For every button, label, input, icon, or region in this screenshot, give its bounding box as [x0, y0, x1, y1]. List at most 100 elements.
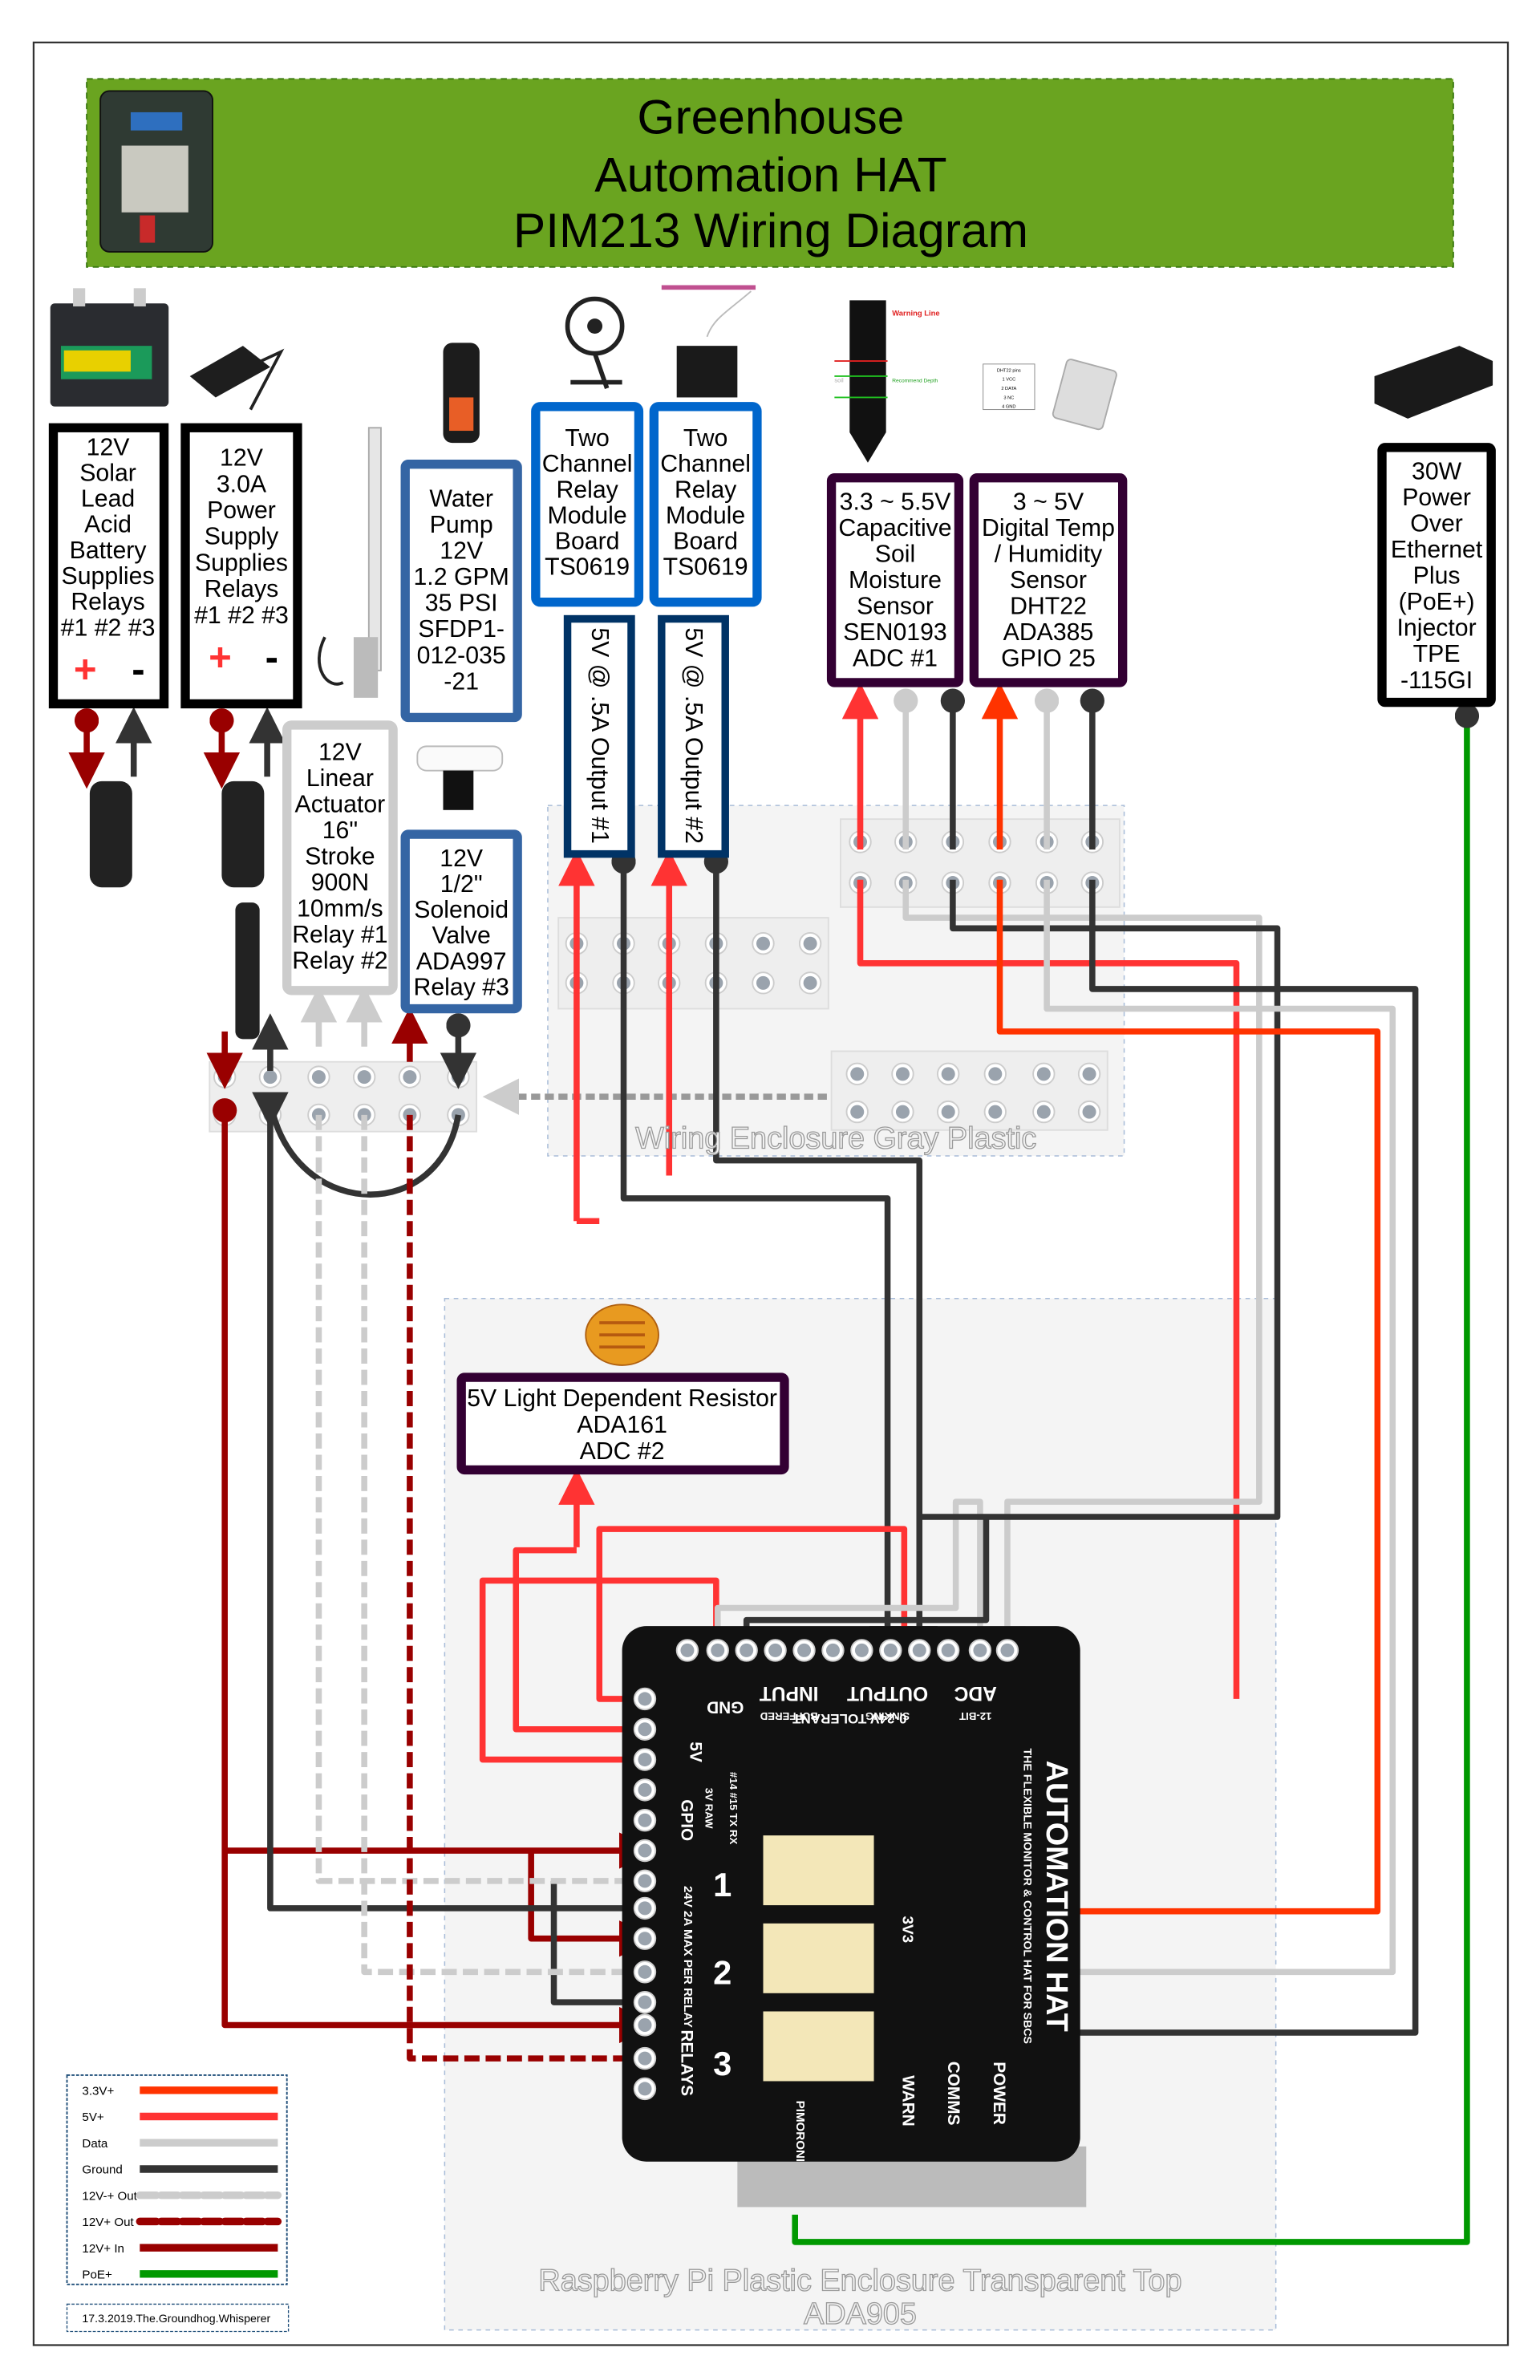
psu-plus-sign: + — [209, 635, 232, 679]
relay-module-2-box: TwoChannelRelayModuleBoardTS0619 — [649, 402, 762, 607]
label-line: Power — [207, 497, 276, 524]
legend-label: 5V+ — [82, 2110, 103, 2124]
warning-line-label: Warning Line — [892, 309, 939, 318]
screw-head — [988, 1067, 1003, 1081]
terminal-strip-bottom-left — [209, 1060, 478, 1133]
hat-label-3v3: 3V3 — [898, 1916, 915, 1944]
screw-head — [1036, 1105, 1051, 1119]
label-line: Solenoid — [414, 897, 509, 923]
relay-module-1-box: TwoChannelRelayModuleBoardTS0619 — [531, 402, 644, 607]
label-line: Moisture — [849, 567, 942, 594]
label-line: GPIO 25 — [1001, 646, 1096, 672]
dht22-pin-2: 2 DATA — [1001, 387, 1016, 391]
label-line: DHT22 — [1010, 593, 1087, 619]
screw-head — [1082, 1067, 1096, 1081]
poe-injector-box: 30WPowerOverEthernetPlus(PoE+)InjectorTP… — [1377, 443, 1496, 708]
screw-head — [1036, 1067, 1051, 1081]
screw-head — [973, 1643, 987, 1657]
relay-number-3: 3 — [713, 2045, 732, 2082]
psu-minus-sign: - — [265, 635, 278, 679]
screw-head — [403, 1070, 417, 1085]
label-line: Actuator — [295, 791, 386, 817]
label-line: Supplies — [62, 563, 155, 590]
label-line: TS0619 — [663, 554, 748, 581]
pi-enclosure-label-2: ADA905 — [804, 2297, 917, 2331]
hat-label-5v: 5V — [687, 1741, 705, 1762]
wiring-diagram: Greenhouse Automation HAT PIM213 Wiring … — [32, 41, 1510, 2346]
label-line: Digital Temp — [982, 515, 1115, 541]
legend-label: 12V-+ Out — [82, 2189, 137, 2203]
screw-head — [912, 1643, 926, 1657]
label-line: ADA385 — [1003, 619, 1094, 646]
label-line: 12V — [220, 445, 264, 472]
label-line: Supply — [205, 524, 279, 550]
label-line: SFDP1- — [418, 616, 505, 643]
label-line: Relay #1 — [292, 922, 387, 948]
screw-head — [803, 936, 817, 951]
label-line: / Humidity — [995, 541, 1103, 567]
legend-label: 12V+ Out — [82, 2216, 134, 2229]
screw-head — [941, 1643, 955, 1657]
label-line: 3.3 ~ 5.5V — [840, 489, 952, 515]
credit-text: 17.3.2019.The.Groundhog.Whisperer — [82, 2313, 270, 2325]
label-line: 012-035 — [417, 643, 506, 669]
screw-head — [768, 1643, 783, 1657]
label-line: Two — [683, 425, 727, 452]
screw-head — [803, 975, 817, 990]
screw-head — [797, 1643, 812, 1657]
solenoid-valve-box: 12V1/2"SolenoidValveADA997Relay #3 — [400, 829, 522, 1014]
power-supply-box: 12V3.0APowerSupplySuppliesRelays#1 #2 #3… — [180, 423, 302, 709]
hat-label-gpio: GPIO — [677, 1799, 695, 1841]
water-pump-box: WaterPump12V1.2 GPM35 PSISFDP1-012-035-2… — [400, 459, 522, 723]
dht22-pin-header: DHT22 pins — [997, 368, 1021, 373]
label-line: Solar — [79, 460, 136, 486]
battery-image — [50, 288, 169, 407]
label-line: Relay #3 — [413, 975, 509, 1001]
screw-head — [638, 1932, 652, 1946]
screw-head — [740, 1643, 754, 1657]
pi-enclosure-label-1: Raspberry Pi Plastic Enclosure Transpare… — [538, 2264, 1181, 2297]
dht22-pin-4: 4 GND — [1002, 405, 1015, 410]
label-line: Relay — [556, 476, 618, 503]
label-line: 900N — [311, 870, 369, 896]
hat-label-adc: ADC — [954, 1682, 996, 1704]
label-line: Capacitive — [838, 515, 951, 541]
screw-head — [850, 1105, 865, 1119]
title-line-1: Greenhouse — [637, 89, 904, 144]
label-line: ADA997 — [416, 948, 507, 975]
hat-label-comms: COMMS — [944, 2062, 962, 2126]
label-line: Water — [429, 486, 493, 513]
label-line: ADC #2 — [580, 1438, 665, 1465]
dht22-pin-1: 1 VCC — [1002, 378, 1015, 383]
screw-head — [263, 1070, 278, 1085]
label-line: Plus — [1413, 563, 1461, 590]
label-line: Relays — [71, 589, 144, 615]
screw-head — [638, 2082, 652, 2096]
label-line: Stroke — [305, 843, 375, 870]
label-line: Relay #2 — [292, 948, 387, 975]
relay-2 — [763, 1923, 874, 1993]
credit-box: 17.3.2019.The.Groundhog.Whisperer — [66, 2303, 290, 2333]
label-line: Acid — [84, 512, 132, 538]
screw-head — [638, 1901, 652, 1916]
screw-head — [711, 1643, 725, 1657]
hat-label-buffered: BUFFERED — [760, 1710, 818, 1722]
label-line: 12V — [440, 538, 484, 565]
label-line: Module — [666, 502, 745, 529]
dht22-pin-3: 3 NC — [1003, 395, 1014, 400]
screw-head — [638, 1874, 652, 1888]
label-line: Over — [1410, 511, 1463, 537]
ldr-box: 5V Light Dependent ResistorADA161ADC #2 — [456, 1372, 789, 1475]
legend-label: PoE+ — [82, 2268, 112, 2281]
output-1-box: 5V @ .5A Output #1 — [563, 614, 635, 858]
label-line: 12V — [318, 739, 363, 765]
screw-head — [1000, 1643, 1015, 1657]
label-line: #1 #2 #3 — [194, 602, 289, 629]
screw-head — [638, 1782, 652, 1797]
soil-label: soil — [834, 377, 844, 384]
label-line: Board — [673, 529, 738, 555]
hat-label-tagline: THE FLEXIBLE MONITOR & CONTROL HAT FOR S… — [1021, 1749, 1034, 2044]
label-line: -115GI — [1400, 667, 1473, 694]
hat-label-output: OUTPUT — [847, 1682, 928, 1704]
screw-head — [638, 1995, 652, 2009]
